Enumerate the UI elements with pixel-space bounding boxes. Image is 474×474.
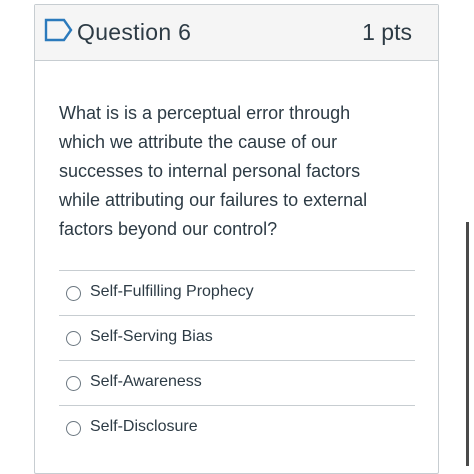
answer-option[interactable]: Self-Fulfilling Prophecy (59, 270, 415, 315)
answer-option[interactable]: Self-Awareness (59, 360, 415, 405)
radio-button[interactable] (66, 286, 81, 301)
answer-label[interactable]: Self-Awareness (90, 373, 202, 391)
question-card: Question 6 1 pts What is is a perceptual… (34, 4, 439, 474)
scrollbar[interactable] (466, 222, 469, 466)
answer-option[interactable]: Self-Disclosure (59, 405, 415, 450)
radio-button[interactable] (66, 376, 81, 391)
question-points: 1 pts (362, 19, 412, 45)
answer-label[interactable]: Self-Serving Bias (90, 328, 213, 346)
question-text: What is is a perceptual error through wh… (59, 103, 368, 239)
answer-label[interactable]: Self-Disclosure (90, 418, 198, 436)
answer-option[interactable]: Self-Serving Bias (59, 315, 415, 360)
answer-list: Self-Fulfilling Prophecy Self-Serving Bi… (59, 270, 415, 450)
question-title: Question 6 (77, 19, 192, 45)
radio-button[interactable] (66, 331, 81, 346)
question-header: Question 6 1 pts (35, 5, 438, 61)
answer-label[interactable]: Self-Fulfilling Prophecy (90, 283, 254, 301)
flag-icon[interactable] (44, 18, 74, 42)
radio-button[interactable] (66, 421, 81, 436)
